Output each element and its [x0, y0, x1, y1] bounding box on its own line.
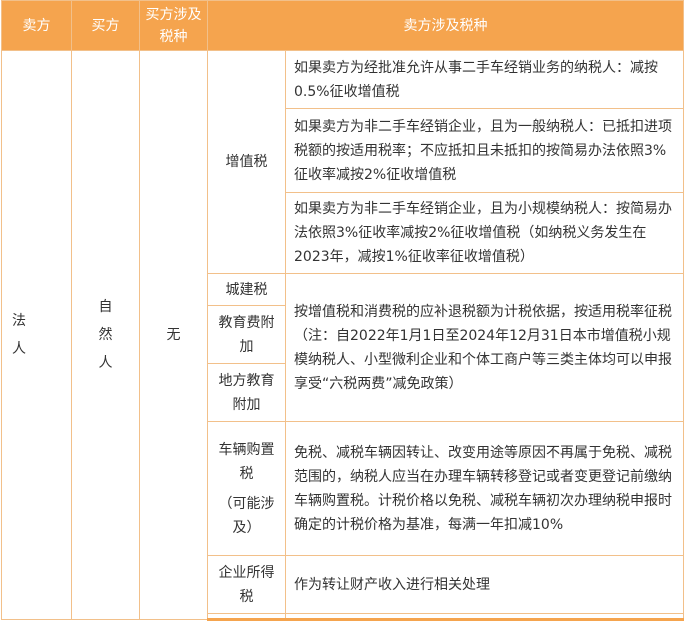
header-buyer-tax: 买方涉及税种 [139, 0, 208, 51]
vat-desc-3: 如果卖方为非二手车经销企业，且为小规模纳税人：按简易办法依照3%征收率减按2%征… [285, 192, 684, 274]
edu-surcharge-label: 教育费附加 [207, 305, 286, 364]
vat-desc-2: 如果卖方为非二手车经销企业，且为一般纳税人：已抵扣进项税额的按适用税率；不应抵扣… [285, 108, 684, 193]
header-seller: 卖方 [1, 0, 72, 51]
cit-desc: 作为转让财产收入进行相关处理 [285, 555, 684, 614]
vehicle-tax-desc: 免税、减税车辆因转让、改变用途等原因不再属于免税、减税范围的，纳税人应当在办理车… [285, 421, 684, 556]
buyer-value: 自然人 [98, 299, 113, 371]
table-row: 法人 自然人 无 增值税 如果卖方为经批准允许从事二手车经销业务的纳税人：减按0… [1, 50, 684, 620]
header-row: 卖方 买方 买方涉及税种 卖方涉及税种 [1, 0, 684, 51]
seller-cell: 法人 [1, 50, 72, 620]
buyer-cell: 自然人 [71, 50, 140, 620]
header-seller-tax: 卖方涉及税种 [207, 0, 684, 51]
vat-label: 增值税 [207, 50, 286, 274]
buyer-tax-cell: 无 [139, 50, 208, 620]
surcharge-desc: 按增值税和消费税的应补退税额为计税依据，按适用税率征税（注：自2022年1月1日… [285, 273, 684, 422]
vehicle-tax-note: （可能涉及） [218, 495, 275, 536]
tax-table: 卖方 买方 买方涉及税种 卖方涉及税种 法人 自然人 无 增值税 如果卖方为经批… [1, 0, 684, 621]
vehicle-tax-cell: 车辆购置税 （可能涉及） [207, 421, 286, 556]
vat-desc-1: 如果卖方为经批准允许从事二手车经销业务的纳税人：减按0.5%征收增值税 [285, 50, 684, 109]
city-tax-label: 城建税 [207, 273, 286, 306]
local-edu-surcharge-label: 地方教育附加 [207, 363, 286, 422]
vehicle-tax-label: 车辆购置税 [218, 441, 275, 482]
seller-value: 法人 [12, 313, 26, 357]
header-buyer: 买方 [71, 0, 140, 51]
cit-label: 企业所得税 [207, 555, 286, 614]
